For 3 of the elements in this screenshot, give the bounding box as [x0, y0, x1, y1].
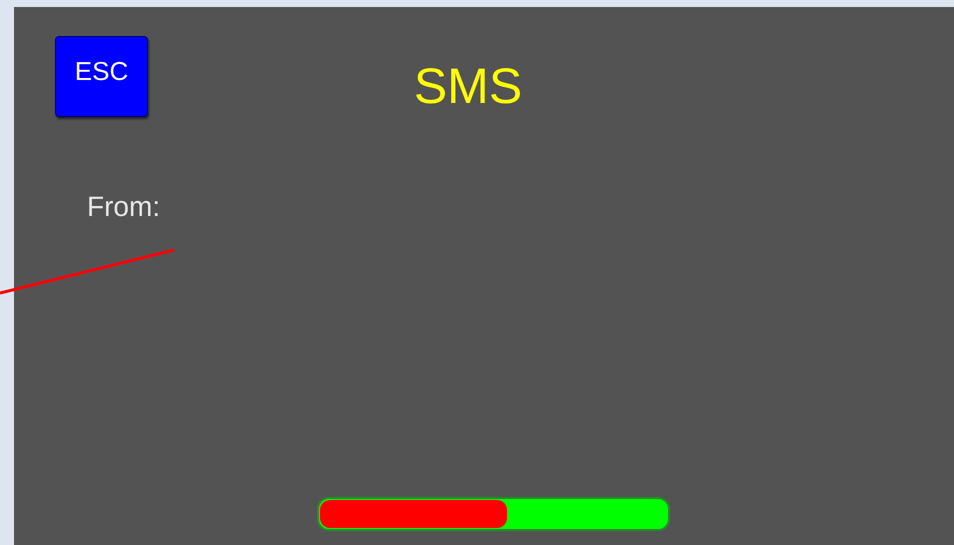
- esc-button[interactable]: ESC: [55, 36, 148, 117]
- screen-title: SMS: [414, 57, 522, 115]
- from-label: From:: [87, 191, 160, 223]
